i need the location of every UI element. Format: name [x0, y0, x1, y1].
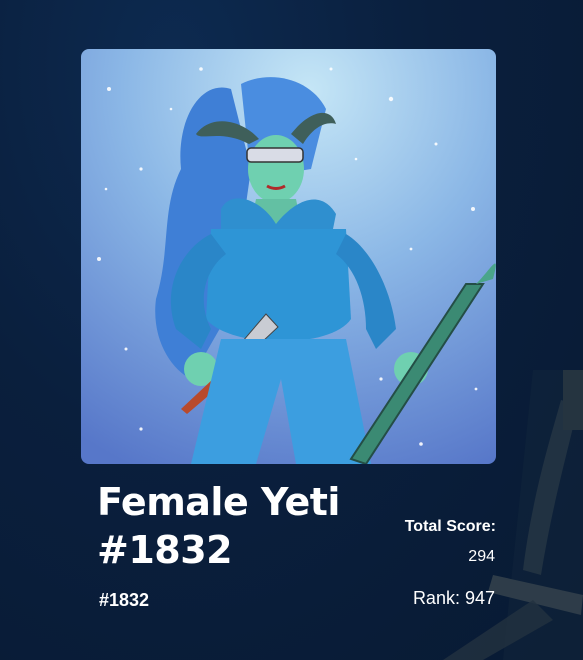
nft-title: Female Yeti #1832	[97, 480, 340, 572]
nft-image[interactable]	[81, 49, 496, 464]
token-id: #1832	[99, 590, 150, 610]
rank-text: Rank: 947	[412, 588, 495, 608]
total-score-value: 294	[468, 548, 495, 565]
total-score-label: Total Score:	[404, 518, 496, 535]
